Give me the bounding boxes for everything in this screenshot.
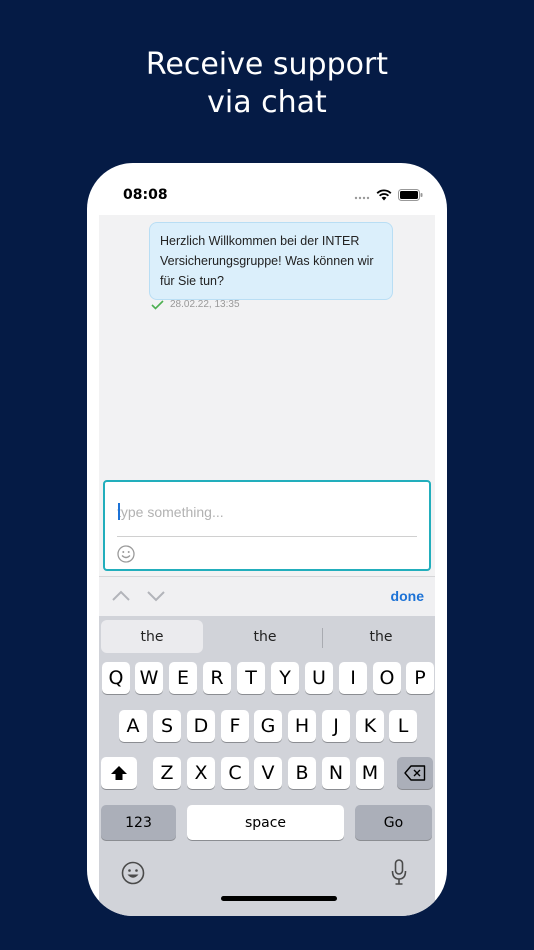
- message-input[interactable]: [117, 502, 417, 522]
- key-i[interactable]: I: [339, 662, 367, 694]
- emoji-keyboard-icon[interactable]: [121, 861, 145, 885]
- key-h[interactable]: H: [288, 710, 316, 742]
- chevron-up-icon[interactable]: [111, 587, 131, 605]
- delivered-check-icon: [151, 299, 164, 310]
- backspace-icon: [404, 765, 426, 781]
- status-icons: [354, 189, 423, 201]
- suggestion-1[interactable]: the: [101, 620, 203, 653]
- message-bubble: Herzlich Willkommen bei der INTER Versic…: [149, 222, 393, 300]
- key-o[interactable]: O: [373, 662, 401, 694]
- key-m[interactable]: M: [356, 757, 384, 789]
- key-r[interactable]: R: [203, 662, 231, 694]
- key-q[interactable]: Q: [102, 662, 130, 694]
- message-input-box[interactable]: [103, 480, 431, 571]
- key-j[interactable]: J: [322, 710, 350, 742]
- key-x[interactable]: X: [187, 757, 215, 789]
- headline-line-1: Receive support: [145, 47, 389, 82]
- key-u[interactable]: U: [305, 662, 333, 694]
- shift-key[interactable]: [101, 757, 137, 789]
- numbers-key[interactable]: 123: [101, 805, 176, 840]
- cellular-signal-icon: [354, 196, 370, 200]
- key-e[interactable]: E: [169, 662, 197, 694]
- key-d[interactable]: D: [187, 710, 215, 742]
- wifi-icon: [376, 189, 392, 201]
- message-meta: 28.02.22, 13:35: [151, 299, 240, 310]
- text-caret: [118, 503, 120, 520]
- keyboard-accessory-bar: done: [99, 576, 435, 617]
- keyboard: the the the Q W E R T Y U I O P A S D F …: [99, 616, 435, 916]
- emoji-icon[interactable]: [117, 545, 135, 563]
- key-t[interactable]: T: [237, 662, 265, 694]
- key-n[interactable]: N: [322, 757, 350, 789]
- key-c[interactable]: C: [221, 757, 249, 789]
- suggestion-divider: [322, 628, 323, 648]
- shift-icon: [111, 766, 127, 780]
- key-k[interactable]: K: [356, 710, 384, 742]
- headline-line-2: via chat: [207, 85, 327, 120]
- home-indicator: [221, 896, 337, 901]
- key-y[interactable]: Y: [271, 662, 299, 694]
- status-time: 08:08: [123, 187, 168, 203]
- key-v[interactable]: V: [254, 757, 282, 789]
- message-timestamp: 28.02.22, 13:35: [170, 299, 240, 310]
- key-z[interactable]: Z: [153, 757, 181, 789]
- key-w[interactable]: W: [135, 662, 163, 694]
- chevron-down-icon[interactable]: [146, 587, 166, 605]
- key-l[interactable]: L: [389, 710, 417, 742]
- key-s[interactable]: S: [153, 710, 181, 742]
- key-p[interactable]: P: [406, 662, 434, 694]
- key-f[interactable]: F: [221, 710, 249, 742]
- done-button[interactable]: done: [391, 588, 424, 604]
- phone-frame: 08:08 Herzlich Willkommen bei der INTER …: [87, 163, 447, 916]
- suggestion-3[interactable]: the: [327, 620, 435, 653]
- go-key[interactable]: Go: [355, 805, 432, 840]
- backspace-key[interactable]: [397, 757, 433, 789]
- suggestion-2[interactable]: the: [211, 620, 319, 653]
- space-key[interactable]: space: [187, 805, 344, 840]
- key-g[interactable]: G: [254, 710, 282, 742]
- key-b[interactable]: B: [288, 757, 316, 789]
- battery-icon: [398, 189, 423, 201]
- key-a[interactable]: A: [119, 710, 147, 742]
- input-divider: [117, 536, 417, 537]
- microphone-icon[interactable]: [391, 859, 407, 887]
